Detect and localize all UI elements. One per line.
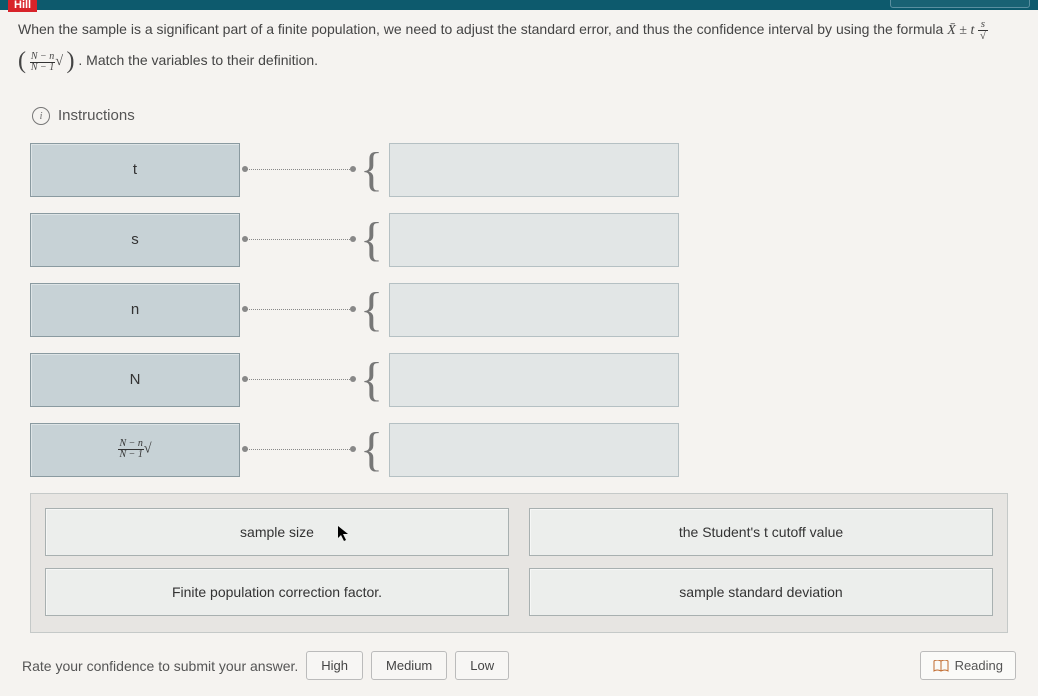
instructions-row: i Instructions [0,87,1038,143]
drag-label: N [130,371,141,388]
reading-label: Reading [955,658,1003,673]
connector [244,309,354,310]
formula-main: X̄ ± t s√ [947,23,988,38]
answer-sample-size[interactable]: sample size [45,508,509,556]
match-row-0: t { [30,143,1008,197]
connector [244,169,354,170]
drag-label: N − nN − 1√ [118,439,151,460]
drag-label: n [131,301,139,318]
confidence-low-button[interactable]: Low [455,651,509,680]
drop-zone-4[interactable] [389,423,679,477]
btn-label: Low [470,658,494,673]
drop-zone-1[interactable] [389,213,679,267]
info-icon: i [32,107,50,125]
drop-zone-2[interactable] [389,283,679,337]
question-line1: When the sample is a significant part of… [18,21,947,37]
connector [244,379,354,380]
answer-label: sample standard deviation [679,584,842,600]
drag-item-fpc[interactable]: N − nN − 1√ [30,423,240,477]
match-row-1: s { [30,213,1008,267]
match-row-2: n { [30,283,1008,337]
drag-item-n-lower[interactable]: n [30,283,240,337]
confidence-prompt: Rate your confidence to submit your answ… [22,658,298,674]
drag-label: s [131,231,139,248]
match-row-4: N − nN − 1√ { [30,423,1008,477]
footer: Rate your confidence to submit your answ… [0,651,1038,680]
question-text: When the sample is a significant part of… [0,10,1038,87]
book-icon [933,660,949,672]
logo-tab: Hill [8,0,37,12]
drop-zone-3[interactable] [389,353,679,407]
top-bar: Hill [0,0,1038,10]
drag-item-t[interactable]: t [30,143,240,197]
btn-label: High [321,658,348,673]
question-line2: . Match the variables to their definitio… [78,52,318,68]
drag-item-s[interactable]: s [30,213,240,267]
top-right-button[interactable] [890,0,1030,8]
matching-area: t { s { n { N { N − nN − 1√ { [0,143,1038,477]
confidence-medium-button[interactable]: Medium [371,651,447,680]
answer-fpc[interactable]: Finite population correction factor. [45,568,509,616]
connector [244,239,354,240]
answer-pool: sample size the Student's t cutoff value… [30,493,1008,633]
paren-close: ) [67,48,75,74]
answer-label: Finite population correction factor. [172,584,382,600]
drop-zone-0[interactable] [389,143,679,197]
formula-fpc: N − nN − 1√ [30,54,67,69]
reading-button[interactable]: Reading [920,651,1016,680]
answer-std-dev[interactable]: sample standard deviation [529,568,993,616]
paren-open: ( [18,48,26,74]
connector [244,449,354,450]
btn-label: Medium [386,658,432,673]
confidence-high-button[interactable]: High [306,651,363,680]
answer-row-2: Finite population correction factor. sam… [45,568,993,616]
instructions-label: Instructions [58,107,135,124]
answer-label: sample size [240,524,314,540]
answer-student-t[interactable]: the Student's t cutoff value [529,508,993,556]
drag-item-n-upper[interactable]: N [30,353,240,407]
match-row-3: N { [30,353,1008,407]
answer-label: the Student's t cutoff value [679,524,843,540]
drag-label: t [133,161,137,178]
answer-row-1: sample size the Student's t cutoff value [45,508,993,556]
